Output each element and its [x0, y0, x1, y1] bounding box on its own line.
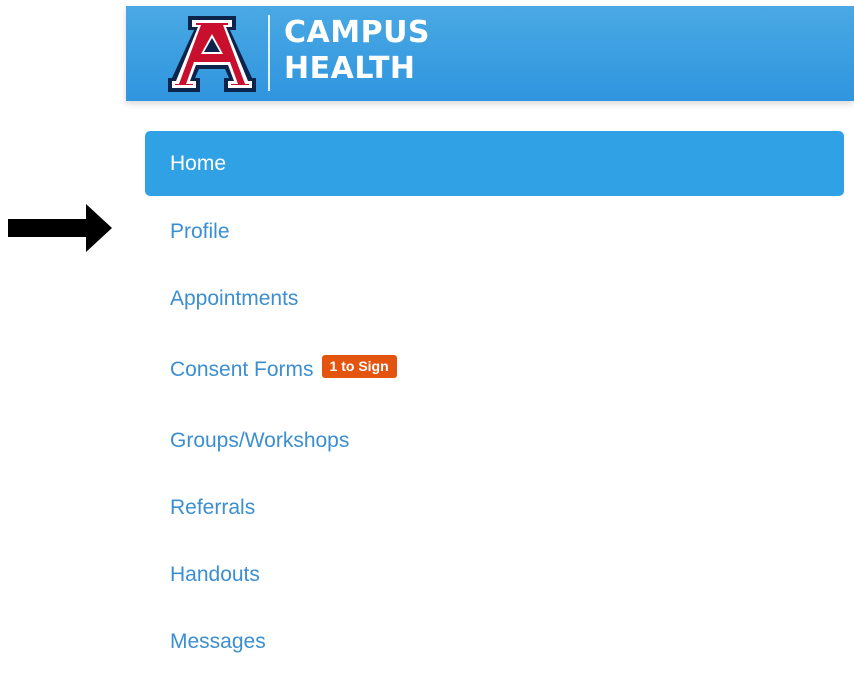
brand-title-line1: CAMPUS	[284, 15, 431, 50]
nav-item-consent-forms[interactable]: Consent Forms 1 to Sign	[145, 332, 844, 407]
nav-item-label: Profile	[170, 219, 230, 243]
nav-item-appointments[interactable]: Appointments	[145, 265, 844, 332]
nav-item-profile[interactable]: Profile	[145, 198, 844, 265]
brand-title-line2: HEALTH	[284, 51, 416, 86]
nav-item-label: Consent Forms	[170, 357, 314, 381]
nav-item-label: Appointments	[170, 286, 299, 310]
nav-item-label: Handouts	[170, 562, 260, 586]
nav-item-referrals[interactable]: Referrals	[145, 474, 844, 541]
consent-forms-badge: 1 to Sign	[321, 355, 397, 378]
nav-item-messages[interactable]: Messages	[145, 608, 844, 675]
sidebar-nav: Home Profile Appointments Consent Forms …	[145, 131, 844, 675]
nav-item-home[interactable]: Home	[145, 131, 844, 196]
site-header: CAMPUS HEALTH	[126, 6, 854, 101]
nav-item-label: Home	[170, 151, 227, 175]
nav-item-label: Referrals	[170, 495, 256, 519]
nav-item-label: Messages	[170, 629, 266, 653]
logo-divider	[268, 15, 270, 91]
nav-item-handouts[interactable]: Handouts	[145, 541, 844, 608]
pointer-arrow-icon	[8, 204, 112, 252]
nav-item-groups-workshops[interactable]: Groups/Workshops	[145, 407, 844, 474]
nav-item-label: Groups/Workshops	[170, 428, 350, 452]
university-logo-icon[interactable]	[168, 14, 256, 94]
